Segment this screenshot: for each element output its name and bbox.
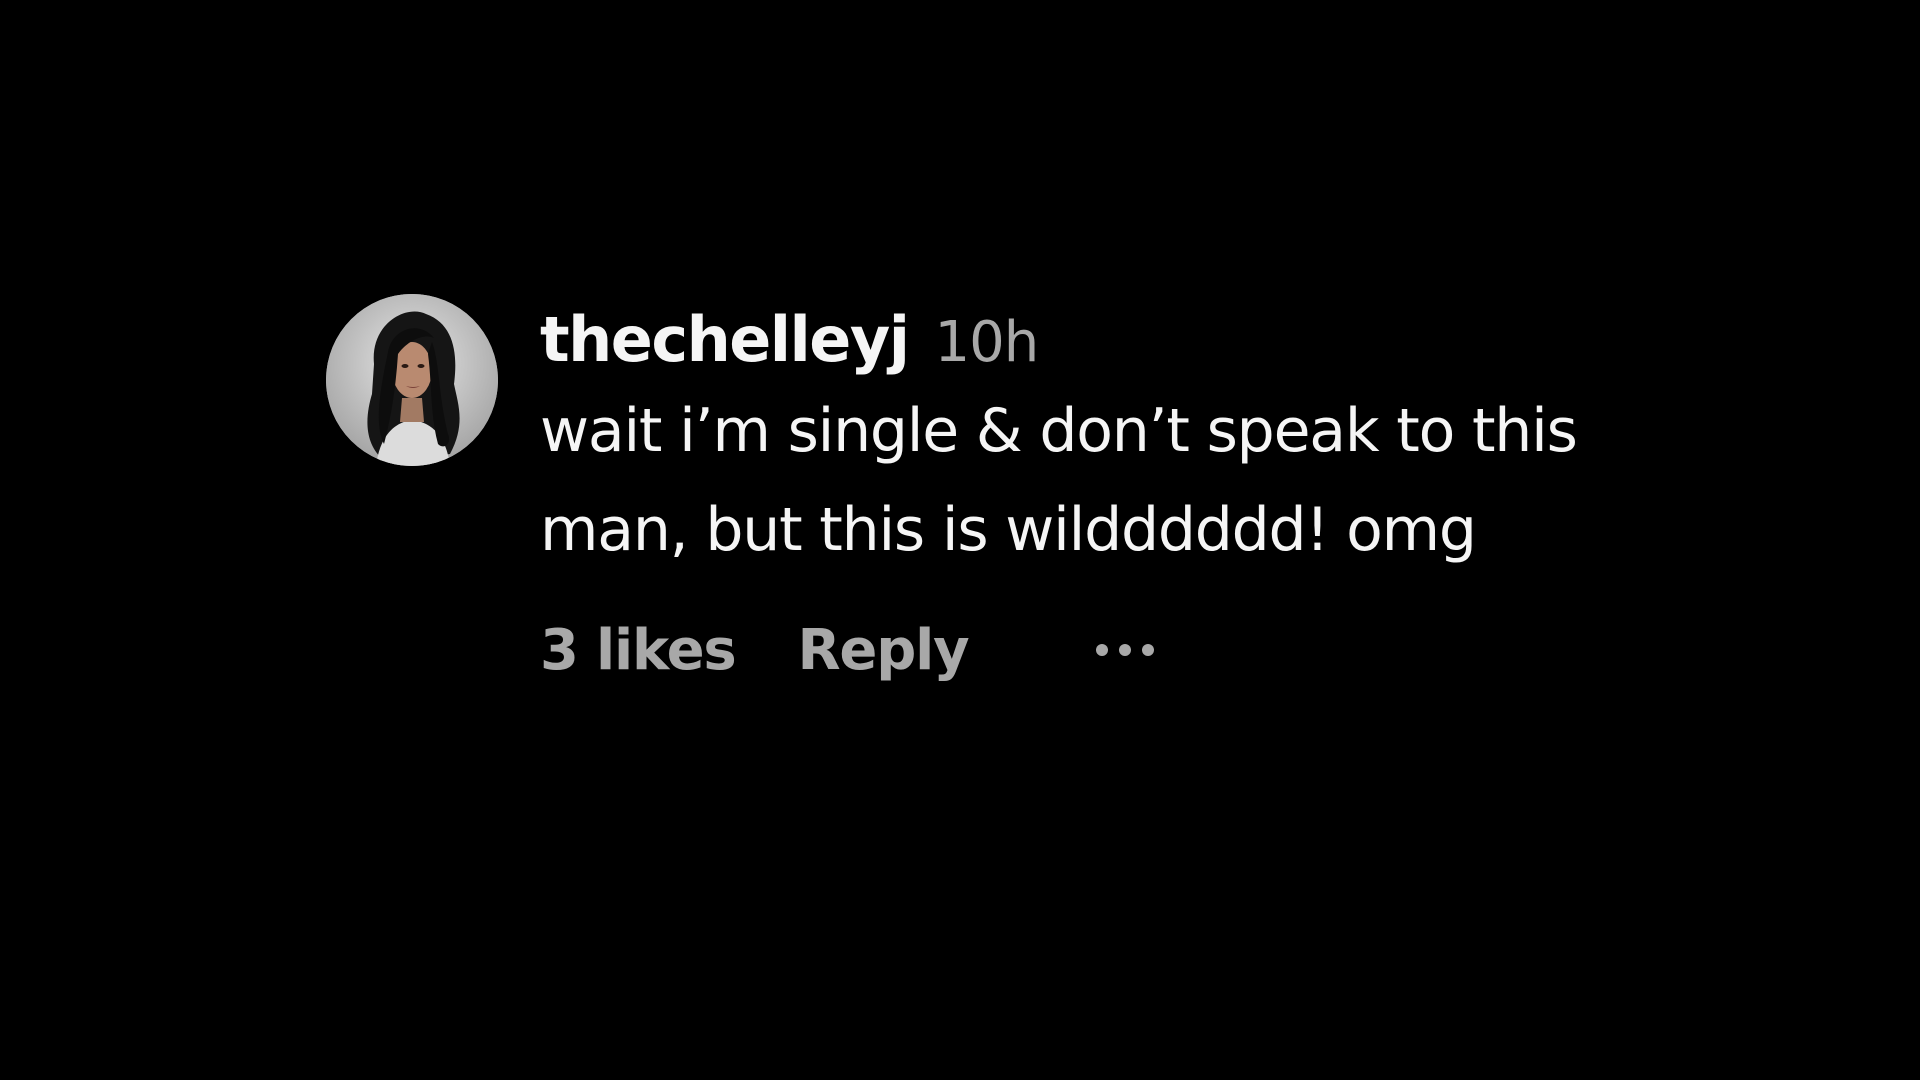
avatar[interactable] (326, 294, 498, 466)
more-options-icon[interactable] (1096, 630, 1155, 670)
profile-photo-icon (326, 294, 498, 466)
dot (1142, 644, 1155, 656)
likes-count[interactable]: 3 likes (540, 618, 737, 683)
dot (1119, 644, 1132, 656)
dot (1096, 644, 1109, 656)
comment-text: wait i’m single & don’t speak to this ma… (540, 396, 1578, 565)
comment-actions: 3 likes Reply (540, 610, 1680, 690)
username[interactable]: thechelleyj (540, 292, 910, 388)
comment-body: thechelleyj 10h wait i’m single & don’t … (540, 292, 1680, 690)
comment-header: thechelleyj 10h (540, 292, 1680, 388)
reply-button[interactable]: Reply (798, 618, 970, 683)
timestamp[interactable]: 10h (935, 295, 1040, 391)
